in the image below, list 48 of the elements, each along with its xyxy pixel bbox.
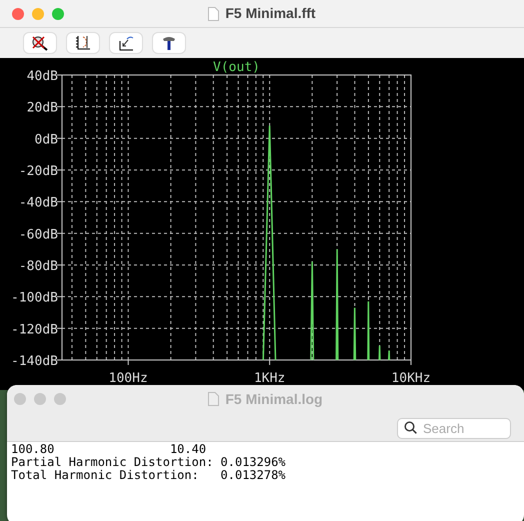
tick-mark (56, 138, 62, 139)
zoom-button[interactable] (54, 393, 66, 405)
zoom-out-button[interactable] (110, 33, 142, 53)
tick-mark (56, 264, 62, 266)
window-title: F5 Minimal.log (225, 390, 323, 409)
tick-mark (56, 296, 62, 298)
axis-range-icon (75, 35, 91, 51)
hammer-button[interactable] (153, 33, 185, 53)
tick-mark (56, 232, 62, 234)
document-icon (208, 392, 220, 406)
y-tick-label: -140dB (11, 354, 58, 369)
y-tick-label: -20dB (18, 164, 58, 179)
minimize-button[interactable] (34, 393, 46, 405)
x-tick-label: 1KHz (254, 371, 286, 386)
y-tick-label: 0dB (34, 132, 58, 148)
search-icon (404, 420, 417, 434)
y-tick-label: -80dB (18, 259, 58, 274)
tick-mark (410, 360, 412, 366)
window-title: F5 Minimal.fft (225, 4, 316, 23)
y-tick-label: -40dB (18, 196, 58, 211)
log-line: Partial Harmonic Distortion: 0.013296% (11, 456, 287, 469)
tick-mark (56, 106, 62, 108)
tick-mark (269, 360, 270, 366)
zoom-cancel-button[interactable] (24, 33, 56, 53)
x-tick-label: 100Hz (108, 371, 148, 386)
log-line: Total Harmonic Distortion: 0.013278% (11, 469, 287, 482)
y-tick-label: -120dB (11, 322, 58, 338)
tick-mark (56, 74, 62, 76)
autorange-button[interactable] (67, 33, 99, 53)
log-line: 100.80 10.40 (11, 443, 208, 456)
chart-title: V(out) (213, 60, 260, 75)
search-field[interactable]: Search (397, 418, 511, 438)
document-icon (208, 6, 220, 20)
tick-mark (128, 360, 129, 366)
minimize-button[interactable] (32, 8, 44, 20)
zoom-button[interactable] (52, 8, 64, 20)
y-tick-label: -60dB (18, 227, 58, 242)
close-button[interactable] (12, 8, 24, 20)
hammer-icon (161, 35, 177, 51)
close-button[interactable] (14, 393, 26, 405)
crossed-magnifier-icon (31, 35, 49, 51)
x-tick-label: 10KHz (391, 371, 431, 386)
axis-arrow-icon (118, 35, 134, 51)
y-tick-label: 40dB (26, 69, 58, 84)
tick-mark (56, 201, 62, 202)
tick-mark (56, 328, 62, 329)
y-tick-label: 20dB (26, 100, 58, 116)
y-tick-label: -100dB (11, 290, 58, 306)
